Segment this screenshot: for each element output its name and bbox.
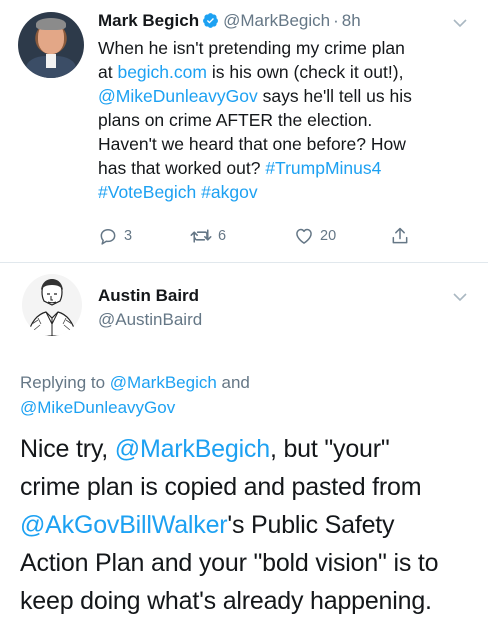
author-name[interactable]: Mark Begich xyxy=(98,11,199,30)
avatar-mark-begich[interactable] xyxy=(18,12,84,78)
like-button[interactable]: 20 xyxy=(294,226,336,246)
text-line: Haven't we heard that one before? How xyxy=(98,132,478,156)
tweet-actions: 3 6 20 xyxy=(98,226,428,246)
replying-to-mention[interactable]: @MarkBegich xyxy=(110,373,217,392)
reply-icon xyxy=(100,229,116,245)
text-line: Nice try, @MarkBegich, but "your" xyxy=(20,430,486,468)
retweet-icon xyxy=(190,229,212,243)
text-span: crime plan is copied and pasted from xyxy=(20,473,422,501)
link-text[interactable]: @MikeDunleavyGov xyxy=(98,86,258,106)
text-span: Haven't we heard that one before? How xyxy=(98,134,406,154)
time-separator: · xyxy=(333,11,339,30)
share-button[interactable] xyxy=(390,226,410,246)
text-line: #VoteBegich #akgov xyxy=(98,180,478,204)
text-line: Action Plan and your "bold vision" is to xyxy=(20,544,486,582)
heart-icon xyxy=(296,228,312,244)
link-text[interactable]: #VoteBegich xyxy=(98,182,196,202)
text-span: says he'll tell us his xyxy=(257,86,412,106)
replying-to-and: and xyxy=(216,373,250,392)
retweet-button[interactable]: 6 xyxy=(190,226,226,246)
text-span: When he isn't pretending my crime plan xyxy=(98,38,405,58)
tweet-divider xyxy=(0,262,488,263)
link-text[interactable]: begich.com xyxy=(117,62,207,82)
retweet-count: 6 xyxy=(218,228,227,244)
chevron-down-icon[interactable] xyxy=(452,18,468,28)
link-text[interactable]: @AkGovBillWalker xyxy=(20,511,228,539)
text-span: at xyxy=(98,62,118,82)
author-handle[interactable]: @AustinBaird xyxy=(98,309,202,331)
reply-count: 3 xyxy=(124,228,133,244)
verified-badge-icon xyxy=(203,13,219,28)
link-text[interactable]: #akgov xyxy=(201,182,257,202)
text-span: is his own (check it out!), xyxy=(206,62,404,82)
text-line: plans on crime AFTER the election. xyxy=(98,108,478,132)
text-line: When he isn't pretending my crime plan xyxy=(98,36,478,60)
tweet-mark-begich[interactable]: Mark Begich @MarkBegich · 8h When he isn't … xyxy=(0,0,488,262)
text-line: at begich.com is his own (check it out!)… xyxy=(98,60,478,84)
reply-button[interactable]: 3 xyxy=(98,226,132,246)
replying-prefix: Replying to xyxy=(20,373,110,392)
chevron-down-icon[interactable] xyxy=(452,292,468,302)
avatar-austin-baird[interactable] xyxy=(22,274,82,336)
tweet-text: When he isn't pretending my crime plan at… xyxy=(98,36,478,204)
text-span: plans on crime AFTER the election. xyxy=(98,110,373,130)
text-span: Nice try, xyxy=(20,435,115,463)
share-icon xyxy=(392,227,408,244)
author-name[interactable]: Austin Baird xyxy=(98,285,199,307)
text-line: @MikeDunleavyGov says he'll tell us his xyxy=(98,84,478,108)
tweet-time[interactable]: 8h xyxy=(342,11,361,30)
link-text[interactable]: @MarkBegich xyxy=(115,435,270,463)
text-span: keep doing what's already happening. xyxy=(20,587,432,615)
text-line: @AkGovBillWalker's Public Safety xyxy=(20,506,486,544)
author-handle[interactable]: @MarkBegich xyxy=(223,11,330,30)
text-line: keep doing what's already happening. xyxy=(20,582,486,620)
text-span: Action Plan and your "bold vision" is to xyxy=(20,549,439,577)
text-span: has that worked out? xyxy=(98,158,266,178)
replying-to-mention[interactable]: @MikeDunleavyGov xyxy=(20,398,175,417)
text-span: 's Public Safety xyxy=(227,511,395,539)
tweet-header: Mark Begich @MarkBegich · 8h xyxy=(98,10,361,32)
replying-to: Replying to @MarkBegich and @MikeDunleav… xyxy=(20,370,480,420)
tweet-text: Nice try, @MarkBegich, but "your" crime p… xyxy=(20,430,486,620)
link-text[interactable]: #TrumpMinus4 xyxy=(265,158,381,178)
text-span: , but "your" xyxy=(269,435,390,463)
text-line: has that worked out? #TrumpMinus4 xyxy=(98,156,478,180)
text-line: crime plan is copied and pasted from xyxy=(20,468,486,506)
like-count: 20 xyxy=(320,228,337,244)
